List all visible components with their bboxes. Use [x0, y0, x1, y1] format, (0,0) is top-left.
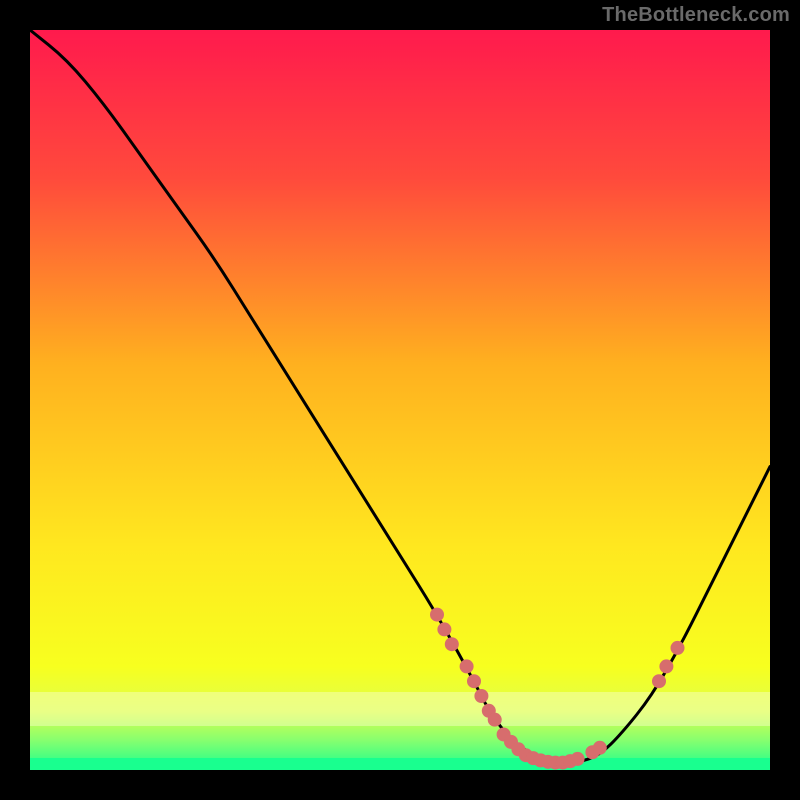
curve-marker: [437, 622, 451, 636]
curve-marker: [593, 741, 607, 755]
curve-marker: [488, 713, 502, 727]
curve-markers: [430, 608, 685, 770]
watermark-text: TheBottleneck.com: [602, 4, 790, 27]
curve-marker: [460, 659, 474, 673]
curve-marker: [659, 659, 673, 673]
curve-marker: [671, 641, 685, 655]
bottleneck-curve: [30, 30, 770, 763]
curve-marker: [467, 674, 481, 688]
curve-marker: [474, 689, 488, 703]
plot-overlay: [30, 30, 770, 770]
chart-stage: TheBottleneck.com: [0, 0, 800, 800]
plot-area: [30, 30, 770, 770]
curve-marker: [652, 674, 666, 688]
curve-marker: [430, 608, 444, 622]
curve-marker: [571, 752, 585, 766]
curve-marker: [445, 637, 459, 651]
